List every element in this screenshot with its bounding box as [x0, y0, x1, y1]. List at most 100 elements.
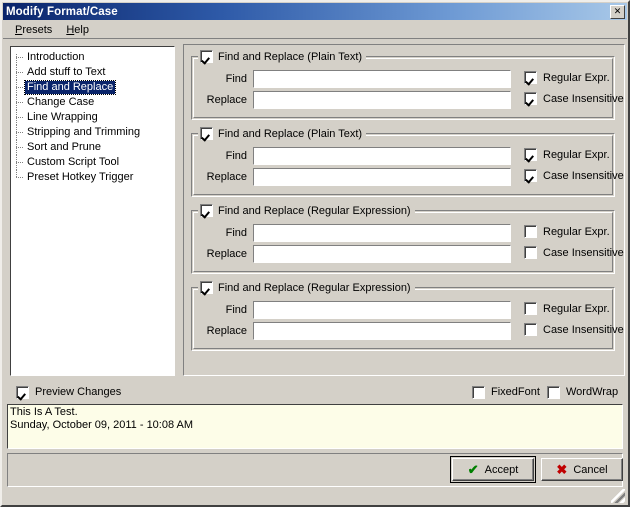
- preview-line-2: Sunday, October 09, 2011 - 10:08 AM: [10, 419, 194, 431]
- tree-connector-stem: [16, 72, 23, 73]
- case-insensitive-label: Case Insensitive: [543, 92, 624, 105]
- group-header[interactable]: Find and Replace (Plain Text): [198, 50, 367, 63]
- group-header[interactable]: Find and Replace (Regular Expression): [198, 204, 415, 217]
- options-panel: Find and Replace (Plain Text) Find Replace…: [183, 44, 625, 376]
- check-icon: ✔: [467, 462, 479, 477]
- case-insensitive-checkbox[interactable]: [524, 246, 537, 259]
- tree-item-label: Stripping and Trimming: [27, 126, 141, 138]
- find-input[interactable]: [253, 224, 511, 242]
- category-tree-panel[interactable]: Introduction Add stuff to Text Find and Re…: [10, 46, 175, 376]
- replace-input[interactable]: [253, 245, 511, 263]
- menu-item-help[interactable]: Help: [59, 23, 96, 37]
- tree-item-label: Line Wrapping: [27, 111, 98, 123]
- preview-text-area[interactable]: This Is A Test. Sunday, October 09, 2011…: [7, 404, 623, 449]
- tree-item[interactable]: Introduction: [11, 50, 174, 65]
- regular-expression-label: Regular Expr.: [543, 302, 610, 315]
- tree-item[interactable]: Line Wrapping: [11, 110, 174, 125]
- group-title-label: Find and Replace (Plain Text): [218, 127, 363, 140]
- wordwrap-label: WordWrap: [566, 386, 619, 398]
- find-input[interactable]: [253, 147, 511, 165]
- group-frame: [191, 287, 615, 351]
- regular-expression-option[interactable]: Regular Expr.: [524, 302, 610, 315]
- find-label: Find: [225, 304, 247, 316]
- tree-item-label: Custom Script Tool: [27, 156, 120, 168]
- find-field-row: Find: [201, 70, 511, 88]
- cancel-button-label: Cancel: [573, 463, 608, 476]
- tree-connector-stem: [16, 132, 23, 133]
- tree-item[interactable]: Custom Script Tool: [11, 155, 174, 170]
- case-insensitive-checkbox[interactable]: [524, 323, 537, 336]
- group-enable-checkbox[interactable]: [200, 50, 213, 63]
- accept-button[interactable]: ✔ Accept: [450, 456, 536, 483]
- find-field-row: Find: [201, 301, 511, 319]
- regular-expression-checkbox[interactable]: [524, 225, 537, 238]
- group-enable-checkbox[interactable]: [200, 204, 213, 217]
- case-insensitive-option[interactable]: Case Insensitive: [524, 92, 624, 105]
- find-input[interactable]: [253, 301, 511, 319]
- find-replace-group: Find and Replace (Plain Text) Find Replace…: [191, 127, 624, 197]
- regular-expression-label: Regular Expr.: [543, 71, 610, 84]
- preview-changes-option[interactable]: Preview Changes: [16, 385, 121, 399]
- case-insensitive-checkbox[interactable]: [524, 169, 537, 182]
- group-frame: [191, 133, 615, 197]
- regular-expression-label: Regular Expr.: [543, 148, 610, 161]
- tree-connector-line: [16, 54, 17, 65]
- find-label: Find: [225, 227, 247, 239]
- find-input[interactable]: [253, 70, 511, 88]
- x-icon: ✖: [556, 462, 568, 477]
- replace-input[interactable]: [253, 168, 511, 186]
- replace-input[interactable]: [253, 91, 511, 109]
- replace-input[interactable]: [253, 322, 511, 340]
- group-enable-checkbox[interactable]: [200, 281, 213, 294]
- accept-button-label: Accept: [484, 463, 519, 476]
- case-insensitive-label: Case Insensitive: [543, 246, 624, 259]
- find-replace-group: Find and Replace (Plain Text) Find Replace…: [191, 50, 624, 120]
- regular-expression-option[interactable]: Regular Expr.: [524, 225, 610, 238]
- tree-item[interactable]: Sort and Prune: [11, 140, 174, 155]
- tree-connector-stem: [16, 177, 23, 178]
- group-header[interactable]: Find and Replace (Plain Text): [198, 127, 367, 140]
- wordwrap-option[interactable]: WordWrap: [547, 385, 619, 399]
- tree-item[interactable]: Find and Replace: [11, 80, 174, 95]
- tree-item-label: Introduction: [27, 51, 85, 63]
- case-insensitive-checkbox[interactable]: [524, 92, 537, 105]
- fixedfont-checkbox[interactable]: [472, 385, 485, 399]
- tree-connector-stem: [16, 102, 23, 103]
- group-frame: [191, 210, 615, 274]
- find-label: Find: [225, 73, 247, 85]
- menu-item-presets[interactable]: Presets: [8, 23, 59, 37]
- wordwrap-checkbox[interactable]: [547, 385, 560, 399]
- tree-item[interactable]: Preset Hotkey Trigger: [11, 170, 174, 185]
- tree-item[interactable]: Add stuff to Text: [11, 65, 174, 80]
- regular-expression-option[interactable]: Regular Expr.: [524, 71, 610, 84]
- preview-line-1: This Is A Test.: [10, 406, 78, 418]
- regular-expression-checkbox[interactable]: [524, 148, 537, 161]
- tree-item[interactable]: Stripping and Trimming: [11, 125, 174, 140]
- case-insensitive-option[interactable]: Case Insensitive: [524, 323, 624, 336]
- tree-item[interactable]: Change Case: [11, 95, 174, 110]
- find-label: Find: [225, 150, 247, 162]
- replace-field-row: Replace: [201, 245, 511, 263]
- regular-expression-checkbox[interactable]: [524, 302, 537, 315]
- regular-expression-checkbox[interactable]: [524, 71, 537, 84]
- category-tree[interactable]: Introduction Add stuff to Text Find and Re…: [11, 47, 174, 185]
- regular-expression-option[interactable]: Regular Expr.: [524, 148, 610, 161]
- cancel-button[interactable]: ✖ Cancel: [541, 458, 623, 481]
- group-title-label: Find and Replace (Plain Text): [218, 50, 363, 63]
- case-insensitive-option[interactable]: Case Insensitive: [524, 246, 624, 259]
- close-icon[interactable]: ✕: [610, 4, 625, 19]
- preview-changes-checkbox[interactable]: [16, 385, 29, 399]
- regular-expression-label: Regular Expr.: [543, 225, 610, 238]
- replace-field-row: Replace: [201, 168, 511, 186]
- group-title-label: Find and Replace (Regular Expression): [218, 281, 411, 294]
- fixedfont-option[interactable]: FixedFont: [472, 385, 540, 399]
- case-insensitive-label: Case Insensitive: [543, 169, 624, 182]
- case-insensitive-option[interactable]: Case Insensitive: [524, 169, 624, 182]
- case-insensitive-label: Case Insensitive: [543, 323, 624, 336]
- dialog-window: Modify Format/Case ✕ Presets Help Introd…: [0, 0, 630, 507]
- title-bar: Modify Format/Case ✕: [3, 3, 627, 20]
- replace-field-row: Replace: [201, 91, 511, 109]
- group-header[interactable]: Find and Replace (Regular Expression): [198, 281, 415, 294]
- resize-grip-icon[interactable]: [611, 489, 625, 503]
- group-enable-checkbox[interactable]: [200, 127, 213, 140]
